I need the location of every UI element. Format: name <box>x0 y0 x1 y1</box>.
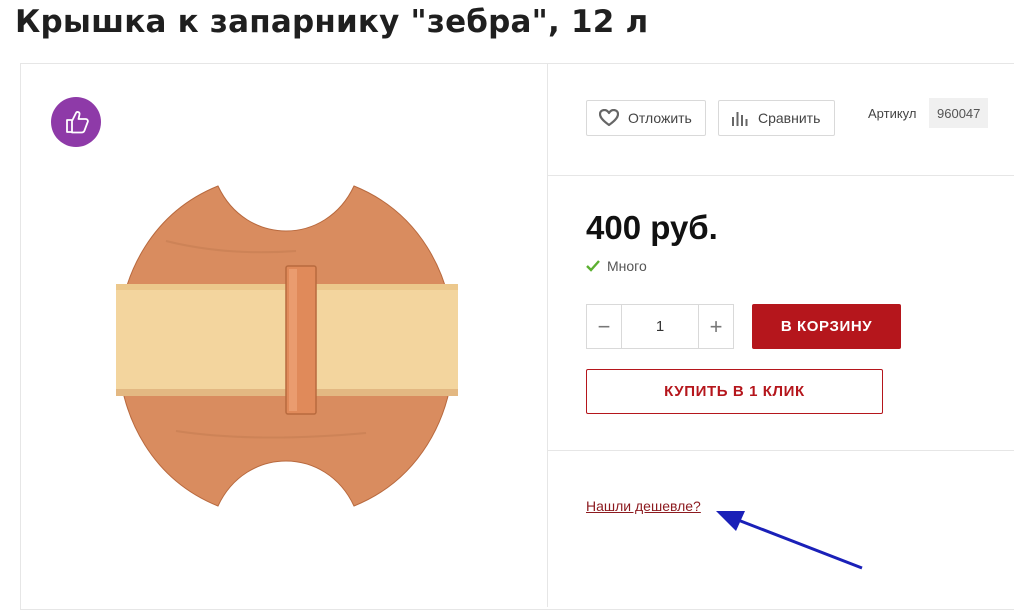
buy-one-click-button[interactable]: КУПИТЬ В 1 КЛИК <box>586 369 883 414</box>
found-cheaper-link[interactable]: Нашли дешевле? <box>586 498 701 514</box>
add-to-cart-button[interactable]: В КОРЗИНУ <box>752 304 901 349</box>
compare-button[interactable]: Сравнить <box>718 100 835 136</box>
compare-label: Сравнить <box>758 110 821 126</box>
product-image-column <box>20 64 548 607</box>
article-value: 960047 <box>929 98 989 128</box>
product-image[interactable] <box>106 181 466 511</box>
article-label: Артикул <box>868 106 917 121</box>
quantity-input[interactable] <box>621 305 699 348</box>
product-info-column: Отложить Сравнить Артикул 960047 400 руб… <box>548 64 1014 607</box>
wooden-lid <box>116 185 458 507</box>
increase-quantity-button[interactable]: + <box>699 305 733 348</box>
bar-chart-icon <box>732 112 748 126</box>
quantity-stepper: − + <box>586 304 734 349</box>
thumbs-up-badge <box>51 97 101 147</box>
price: 400 руб. <box>586 209 718 246</box>
save-button[interactable]: Отложить <box>586 100 706 136</box>
stock-status: Много <box>586 258 647 274</box>
divider <box>548 450 1014 451</box>
thumbs-up-icon <box>66 111 89 134</box>
heart-icon <box>599 109 619 127</box>
decrease-quantity-button[interactable]: − <box>587 305 621 348</box>
actions-row: Отложить Сравнить Артикул 960047 <box>548 64 1014 176</box>
page-title: Крышка к запарнику "зебра", 12 л <box>15 4 649 40</box>
checkmark-icon <box>586 260 600 272</box>
stock-text: Много <box>607 258 647 274</box>
save-label: Отложить <box>628 110 692 126</box>
